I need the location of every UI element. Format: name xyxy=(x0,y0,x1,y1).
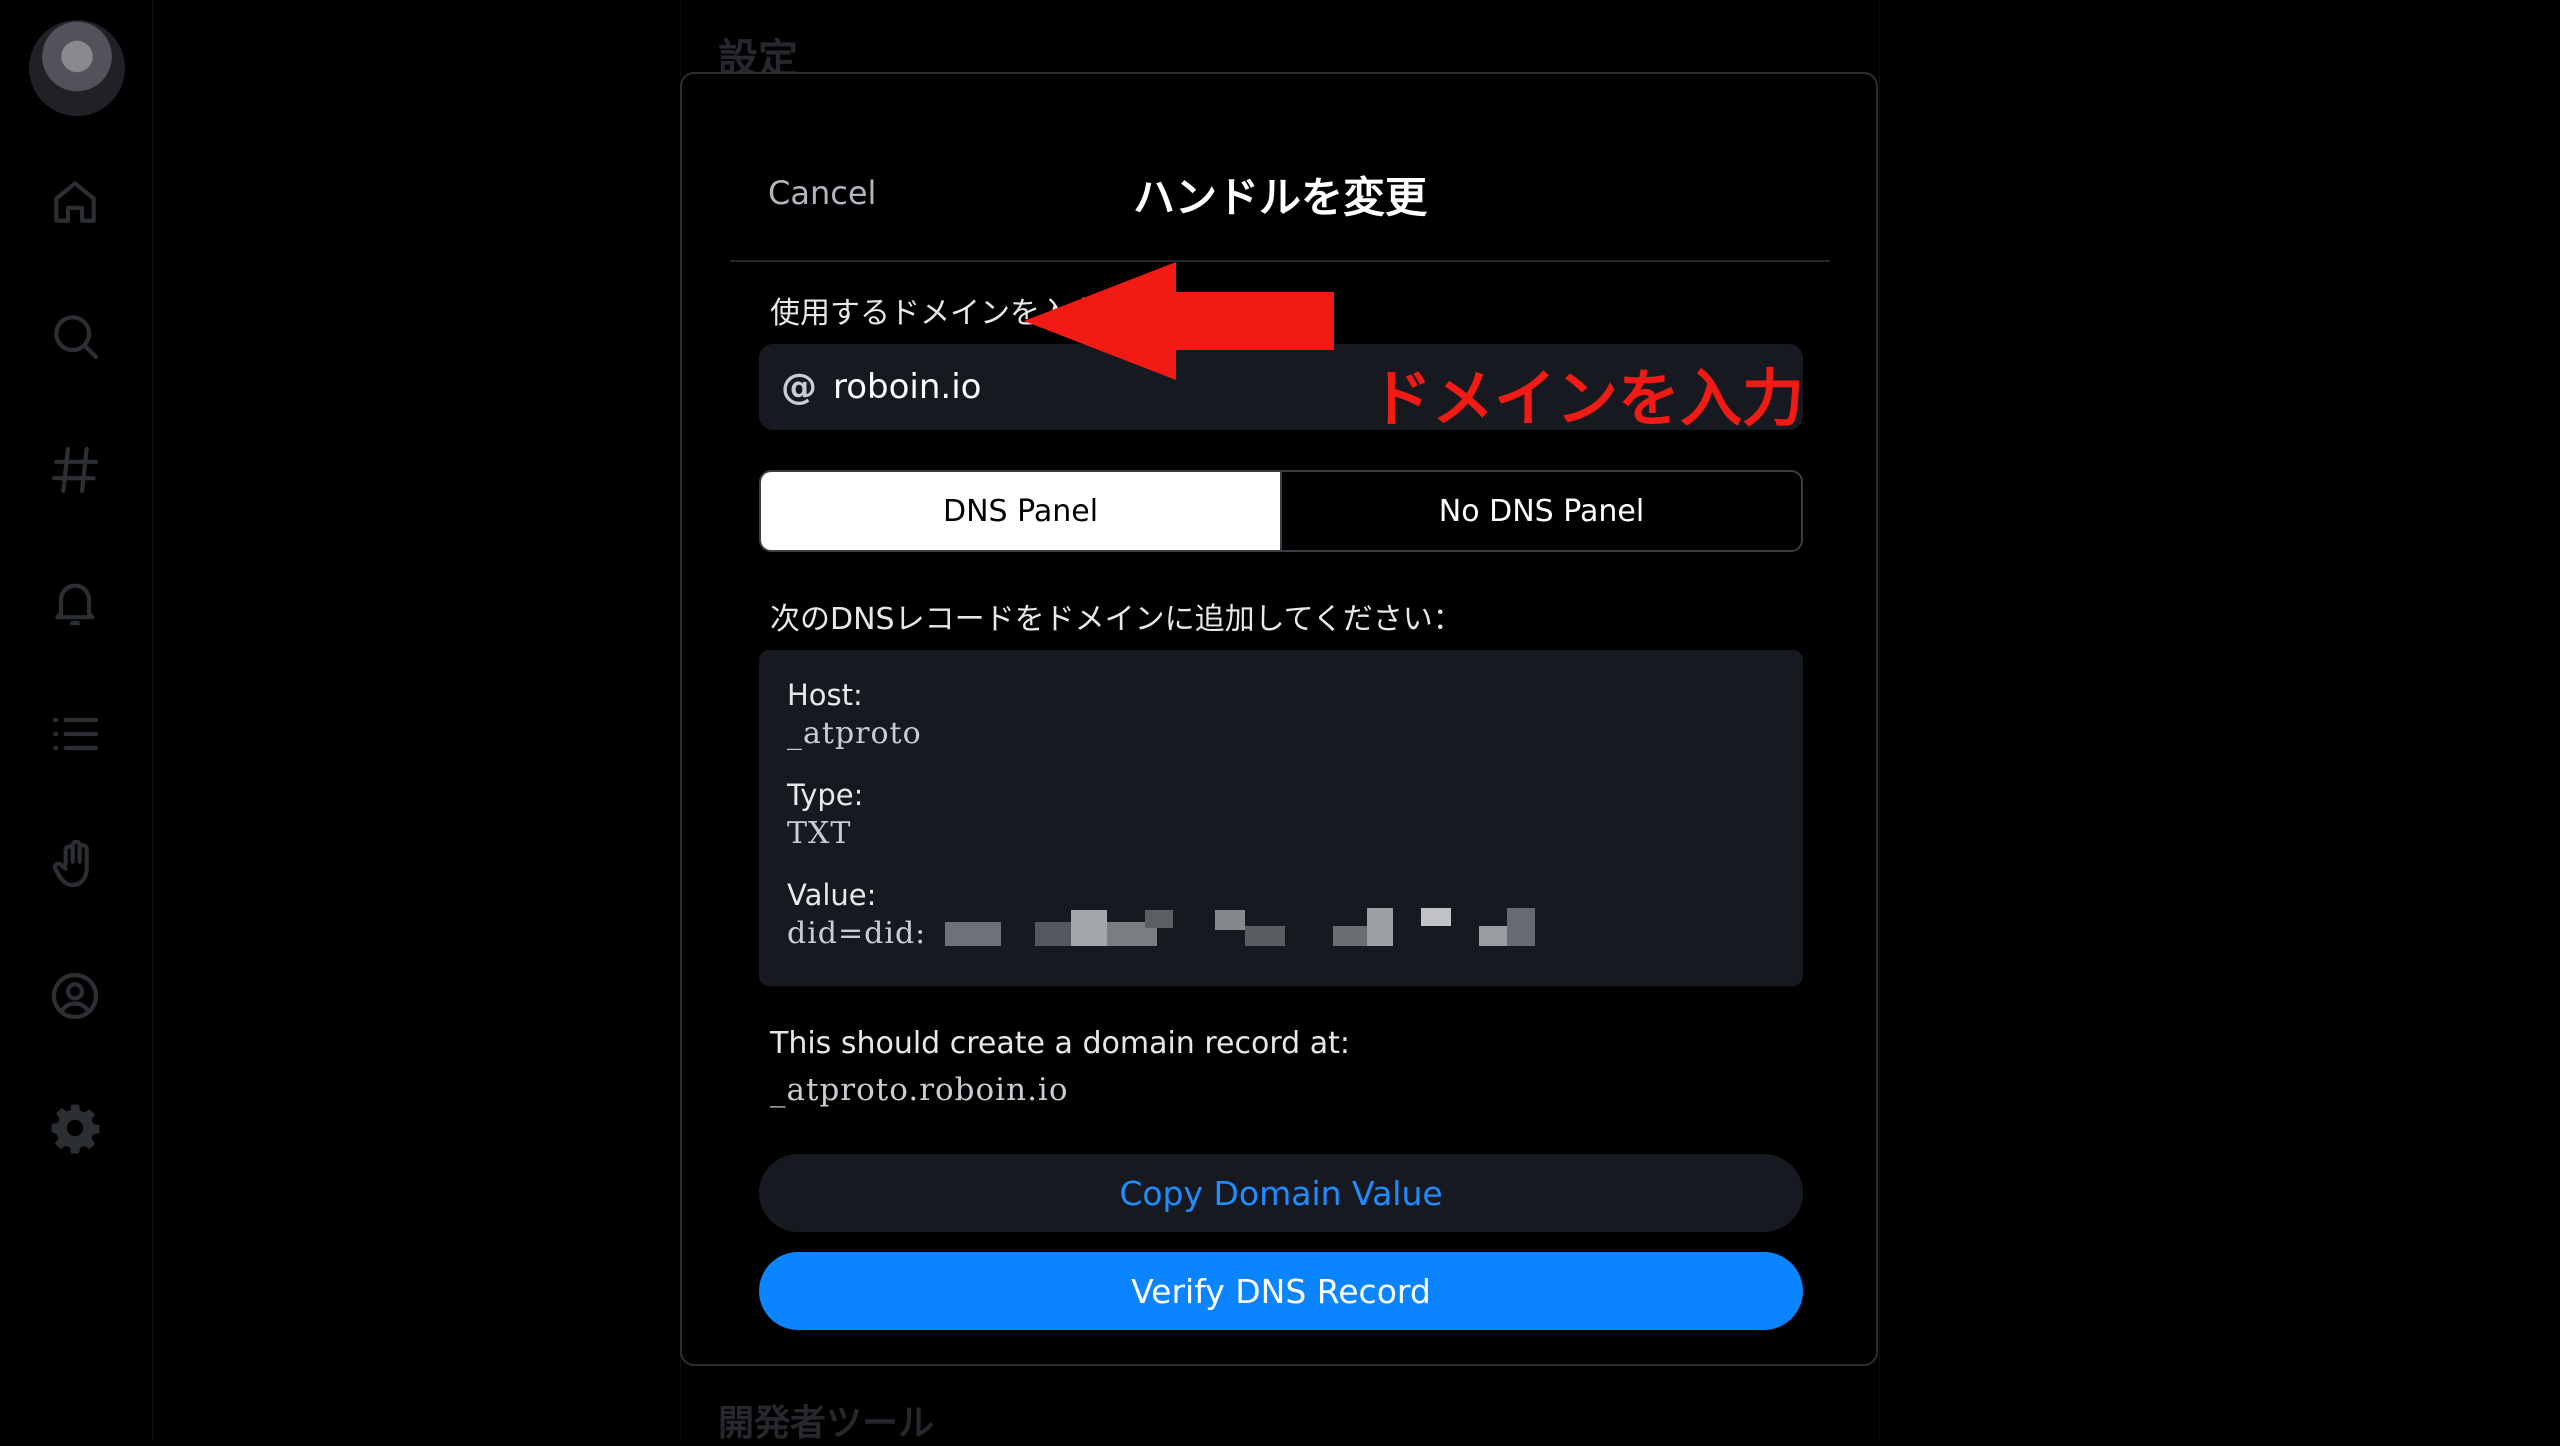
annotation-arrow-icon xyxy=(1024,262,1334,380)
dns-mode-toggle: DNS Panel No DNS Panel xyxy=(759,470,1803,552)
dns-instruction: 次のDNSレコードをドメインに追加してください： xyxy=(770,602,1463,637)
record-note-domain: _atproto.roboin.io xyxy=(770,1072,1069,1108)
tab-no-dns-panel[interactable]: No DNS Panel xyxy=(1280,472,1801,550)
value-value: did=did: xyxy=(787,916,927,951)
tab-dns-panel[interactable]: DNS Panel xyxy=(761,472,1280,550)
section-heading-devtools: 開発者ツール xyxy=(718,1403,935,1444)
value-label: Value: xyxy=(787,878,877,912)
type-value: TXT xyxy=(787,816,852,851)
host-label: Host: xyxy=(787,678,863,712)
list-icon[interactable] xyxy=(45,704,105,764)
avatar[interactable] xyxy=(29,20,125,116)
modal-title: ハンドルを変更 xyxy=(1132,173,1427,222)
home-icon[interactable] xyxy=(45,172,105,232)
profile-icon[interactable] xyxy=(45,966,105,1026)
verify-dns-record-button[interactable]: Verify DNS Record xyxy=(759,1252,1803,1330)
modal-header: Cancel ハンドルを変更 xyxy=(730,74,1830,262)
type-label: Type: xyxy=(787,778,864,812)
hand-icon[interactable] xyxy=(45,834,105,894)
search-icon[interactable] xyxy=(45,306,105,366)
left-nav-sidebar xyxy=(0,0,153,1440)
host-value: _atproto xyxy=(787,716,922,751)
copy-domain-value-button[interactable]: Copy Domain Value xyxy=(759,1154,1803,1232)
domain-input-value[interactable]: roboin.io xyxy=(833,367,981,407)
at-sign-icon: @ xyxy=(781,366,817,408)
gear-icon[interactable] xyxy=(45,1098,105,1158)
dns-record-box: Host: _atproto Type: TXT Value: did=did: xyxy=(759,650,1803,986)
bell-icon[interactable] xyxy=(45,572,105,632)
annotation-label: ドメインを入力 xyxy=(1370,362,1805,435)
record-note-label: This should create a domain record at: xyxy=(770,1026,1350,1061)
hashtag-icon[interactable] xyxy=(45,440,105,500)
